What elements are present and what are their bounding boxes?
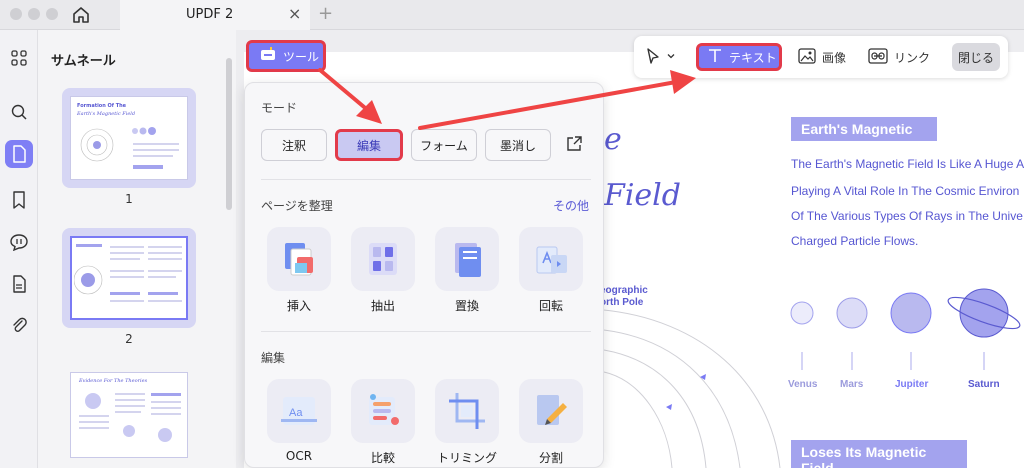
section-heading-2: Loses Its Magnetic Field bbox=[791, 440, 967, 468]
compare-tool-tile[interactable] bbox=[351, 379, 415, 443]
insert-tool-tile[interactable] bbox=[267, 227, 331, 291]
split-tool-label: 分割 bbox=[538, 451, 563, 465]
organize-section-label: ページを整理 bbox=[261, 199, 333, 213]
edit-section-label: 編集 bbox=[261, 351, 286, 365]
svg-text:Aa: Aa bbox=[289, 407, 303, 419]
mode-annotate-button[interactable]: 注釈 bbox=[261, 129, 327, 161]
mode-redact-button[interactable]: 墨消し bbox=[485, 129, 551, 161]
edit-toolbar: テキスト 画像 リンク 閉じる bbox=[634, 36, 1008, 78]
panel-divider bbox=[261, 331, 591, 332]
cursor-icon bbox=[644, 47, 662, 68]
ocr-tool-tile[interactable]: Aa bbox=[267, 379, 331, 443]
crop-tool-tile[interactable] bbox=[435, 379, 499, 443]
ocr-icon: Aa bbox=[281, 397, 317, 425]
replace-tool-tile[interactable] bbox=[435, 227, 499, 291]
planet-label-jupiter: Jupiter bbox=[895, 379, 929, 390]
compare-tool-label: 比較 bbox=[370, 451, 395, 465]
image-tool-label: 画像 bbox=[822, 50, 847, 65]
crop-tool-label: トリミング bbox=[436, 451, 497, 465]
open-external-icon[interactable] bbox=[565, 135, 583, 157]
crop-icon bbox=[449, 393, 485, 429]
planet-label-venus: Venus bbox=[788, 379, 818, 390]
planet-label-mars: Mars bbox=[840, 379, 864, 390]
link-icon bbox=[868, 47, 888, 67]
split-icon bbox=[537, 395, 567, 425]
insert-tool-label: 挿入 bbox=[286, 299, 311, 313]
text-tool-button[interactable]: テキスト bbox=[696, 43, 782, 71]
tools-dropdown-panel: モード 注釈 編集 フォーム 墨消し ページを整理 その他 挿入 抽出 置換 回… bbox=[244, 82, 604, 468]
text-icon bbox=[707, 48, 723, 67]
replace-tool-label: 置換 bbox=[454, 299, 479, 313]
rotate-tool-tile[interactable] bbox=[519, 227, 583, 291]
mode-edit-button[interactable]: 編集 bbox=[335, 129, 403, 161]
tool-button[interactable]: ツール bbox=[246, 40, 326, 72]
extract-pages-icon bbox=[369, 243, 397, 275]
ocr-tool-label: OCR bbox=[285, 449, 313, 463]
insert-pages-icon bbox=[285, 243, 313, 276]
image-icon bbox=[798, 47, 816, 67]
select-tool-button[interactable] bbox=[644, 43, 676, 71]
link-tool-label: リンク bbox=[894, 50, 931, 65]
link-tool-button[interactable]: リンク bbox=[868, 43, 930, 71]
planet-label-saturn: Saturn bbox=[968, 379, 1000, 390]
mode-form-button[interactable]: フォーム bbox=[411, 129, 477, 161]
chevron-down-icon bbox=[666, 50, 676, 64]
image-tool-button[interactable]: 画像 bbox=[798, 43, 846, 71]
tool-button-label: ツール bbox=[283, 49, 320, 64]
rotate-tool-label: 回転 bbox=[538, 299, 563, 313]
more-link[interactable]: その他 bbox=[553, 197, 589, 214]
split-tool-tile[interactable] bbox=[519, 379, 583, 443]
replace-pages-icon bbox=[455, 243, 481, 277]
extract-tool-tile[interactable] bbox=[351, 227, 415, 291]
close-edit-button[interactable]: 閉じる bbox=[952, 43, 1000, 71]
toolbox-icon bbox=[259, 46, 277, 66]
mode-section-label: モード bbox=[261, 101, 298, 115]
panel-divider bbox=[261, 179, 591, 180]
rotate-pages-icon bbox=[536, 246, 567, 274]
extract-tool-label: 抽出 bbox=[370, 299, 395, 313]
compare-icon bbox=[369, 394, 399, 425]
text-tool-label: テキスト bbox=[729, 50, 777, 65]
